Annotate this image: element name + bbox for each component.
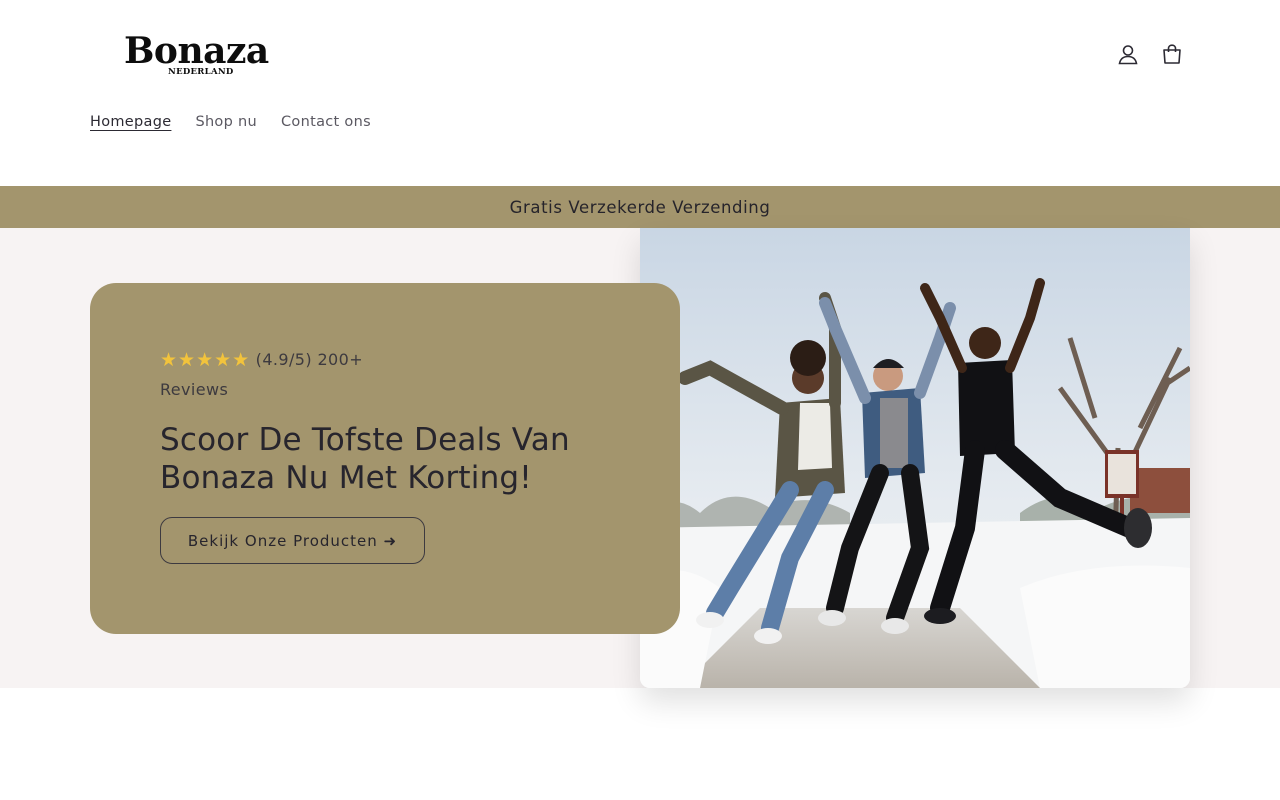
rating-stars-icon: ★★★★★ [160, 349, 251, 371]
hero-title: Scoor De Tofste Deals Van Bonaza Nu Met … [160, 422, 570, 496]
announcement-text: Gratis Verzekerde Verzending [509, 197, 771, 217]
hero-image [640, 228, 1190, 688]
main-nav: Homepage Shop nu Contact ons [90, 112, 371, 134]
hero-photo [640, 228, 1190, 688]
nav-item-contact[interactable]: Contact ons [281, 112, 371, 134]
view-products-button[interactable]: Bekijk Onze Producten ➜ [160, 517, 425, 564]
nav-item-shop[interactable]: Shop nu [195, 112, 257, 134]
brand-logo[interactable]: Bonaza NEDERLAND [124, 30, 280, 80]
brand-tagline: NEDERLAND [168, 67, 234, 77]
cart-button[interactable] [1158, 40, 1186, 68]
announcement-bar: Gratis Verzekerde Verzending [0, 186, 1280, 228]
hero-section: ★★★★★ (4.9/5) 200+ Reviews Scoor De Tofs… [0, 228, 1280, 688]
site-header: Bonaza NEDERLAND Homepage Shop nu Contac… [0, 0, 1280, 186]
nav-item-homepage[interactable]: Homepage [90, 112, 171, 134]
account-button[interactable] [1114, 40, 1142, 68]
account-icon [1118, 45, 1138, 65]
cart-icon [1163, 44, 1181, 64]
hero-card: ★★★★★ (4.9/5) 200+ Reviews Scoor De Tofs… [90, 283, 680, 634]
rating-block: ★★★★★ (4.9/5) 200+ Reviews [160, 345, 420, 404]
brand-name: Bonaza [124, 30, 269, 72]
